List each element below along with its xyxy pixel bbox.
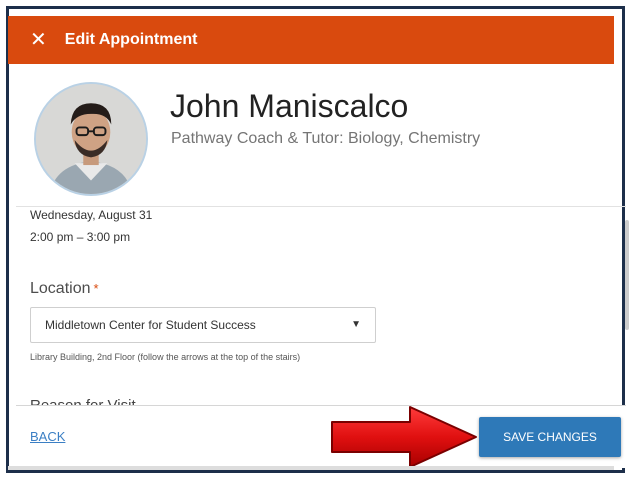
red-arrow-icon xyxy=(331,406,477,468)
coach-role: Pathway Coach & Tutor: Biology, Chemistr… xyxy=(171,130,481,147)
modal-title: Edit Appointment xyxy=(64,31,198,48)
location-select[interactable]: Middletown Center for Student Success ▼ xyxy=(30,307,376,343)
appointment-time: 2:00 pm – 3:00 pm xyxy=(30,230,131,244)
coach-name: John Maniscalco xyxy=(170,88,409,124)
bottom-divider xyxy=(8,466,614,470)
location-hint: Library Building, 2nd Floor (follow the … xyxy=(30,352,301,362)
save-changes-button[interactable]: SAVE CHANGES xyxy=(479,417,621,457)
modal-header: ✕ Edit Appointment xyxy=(8,16,614,64)
required-marker: * xyxy=(93,281,99,296)
avatar-photo xyxy=(36,84,146,194)
back-link[interactable]: BACK xyxy=(30,429,65,444)
avatar xyxy=(34,82,148,196)
location-select-value: Middletown Center for Student Success xyxy=(45,318,256,332)
reason-for-visit-label: Reason for Visit xyxy=(30,396,136,405)
close-icon[interactable]: ✕ xyxy=(30,30,47,50)
chevron-down-icon: ▼ xyxy=(351,319,361,330)
location-label-text: Location xyxy=(30,280,91,297)
appointment-date: Wednesday, August 31 xyxy=(30,208,153,222)
scrollbar[interactable] xyxy=(625,220,629,330)
location-label: Location * xyxy=(30,280,99,298)
